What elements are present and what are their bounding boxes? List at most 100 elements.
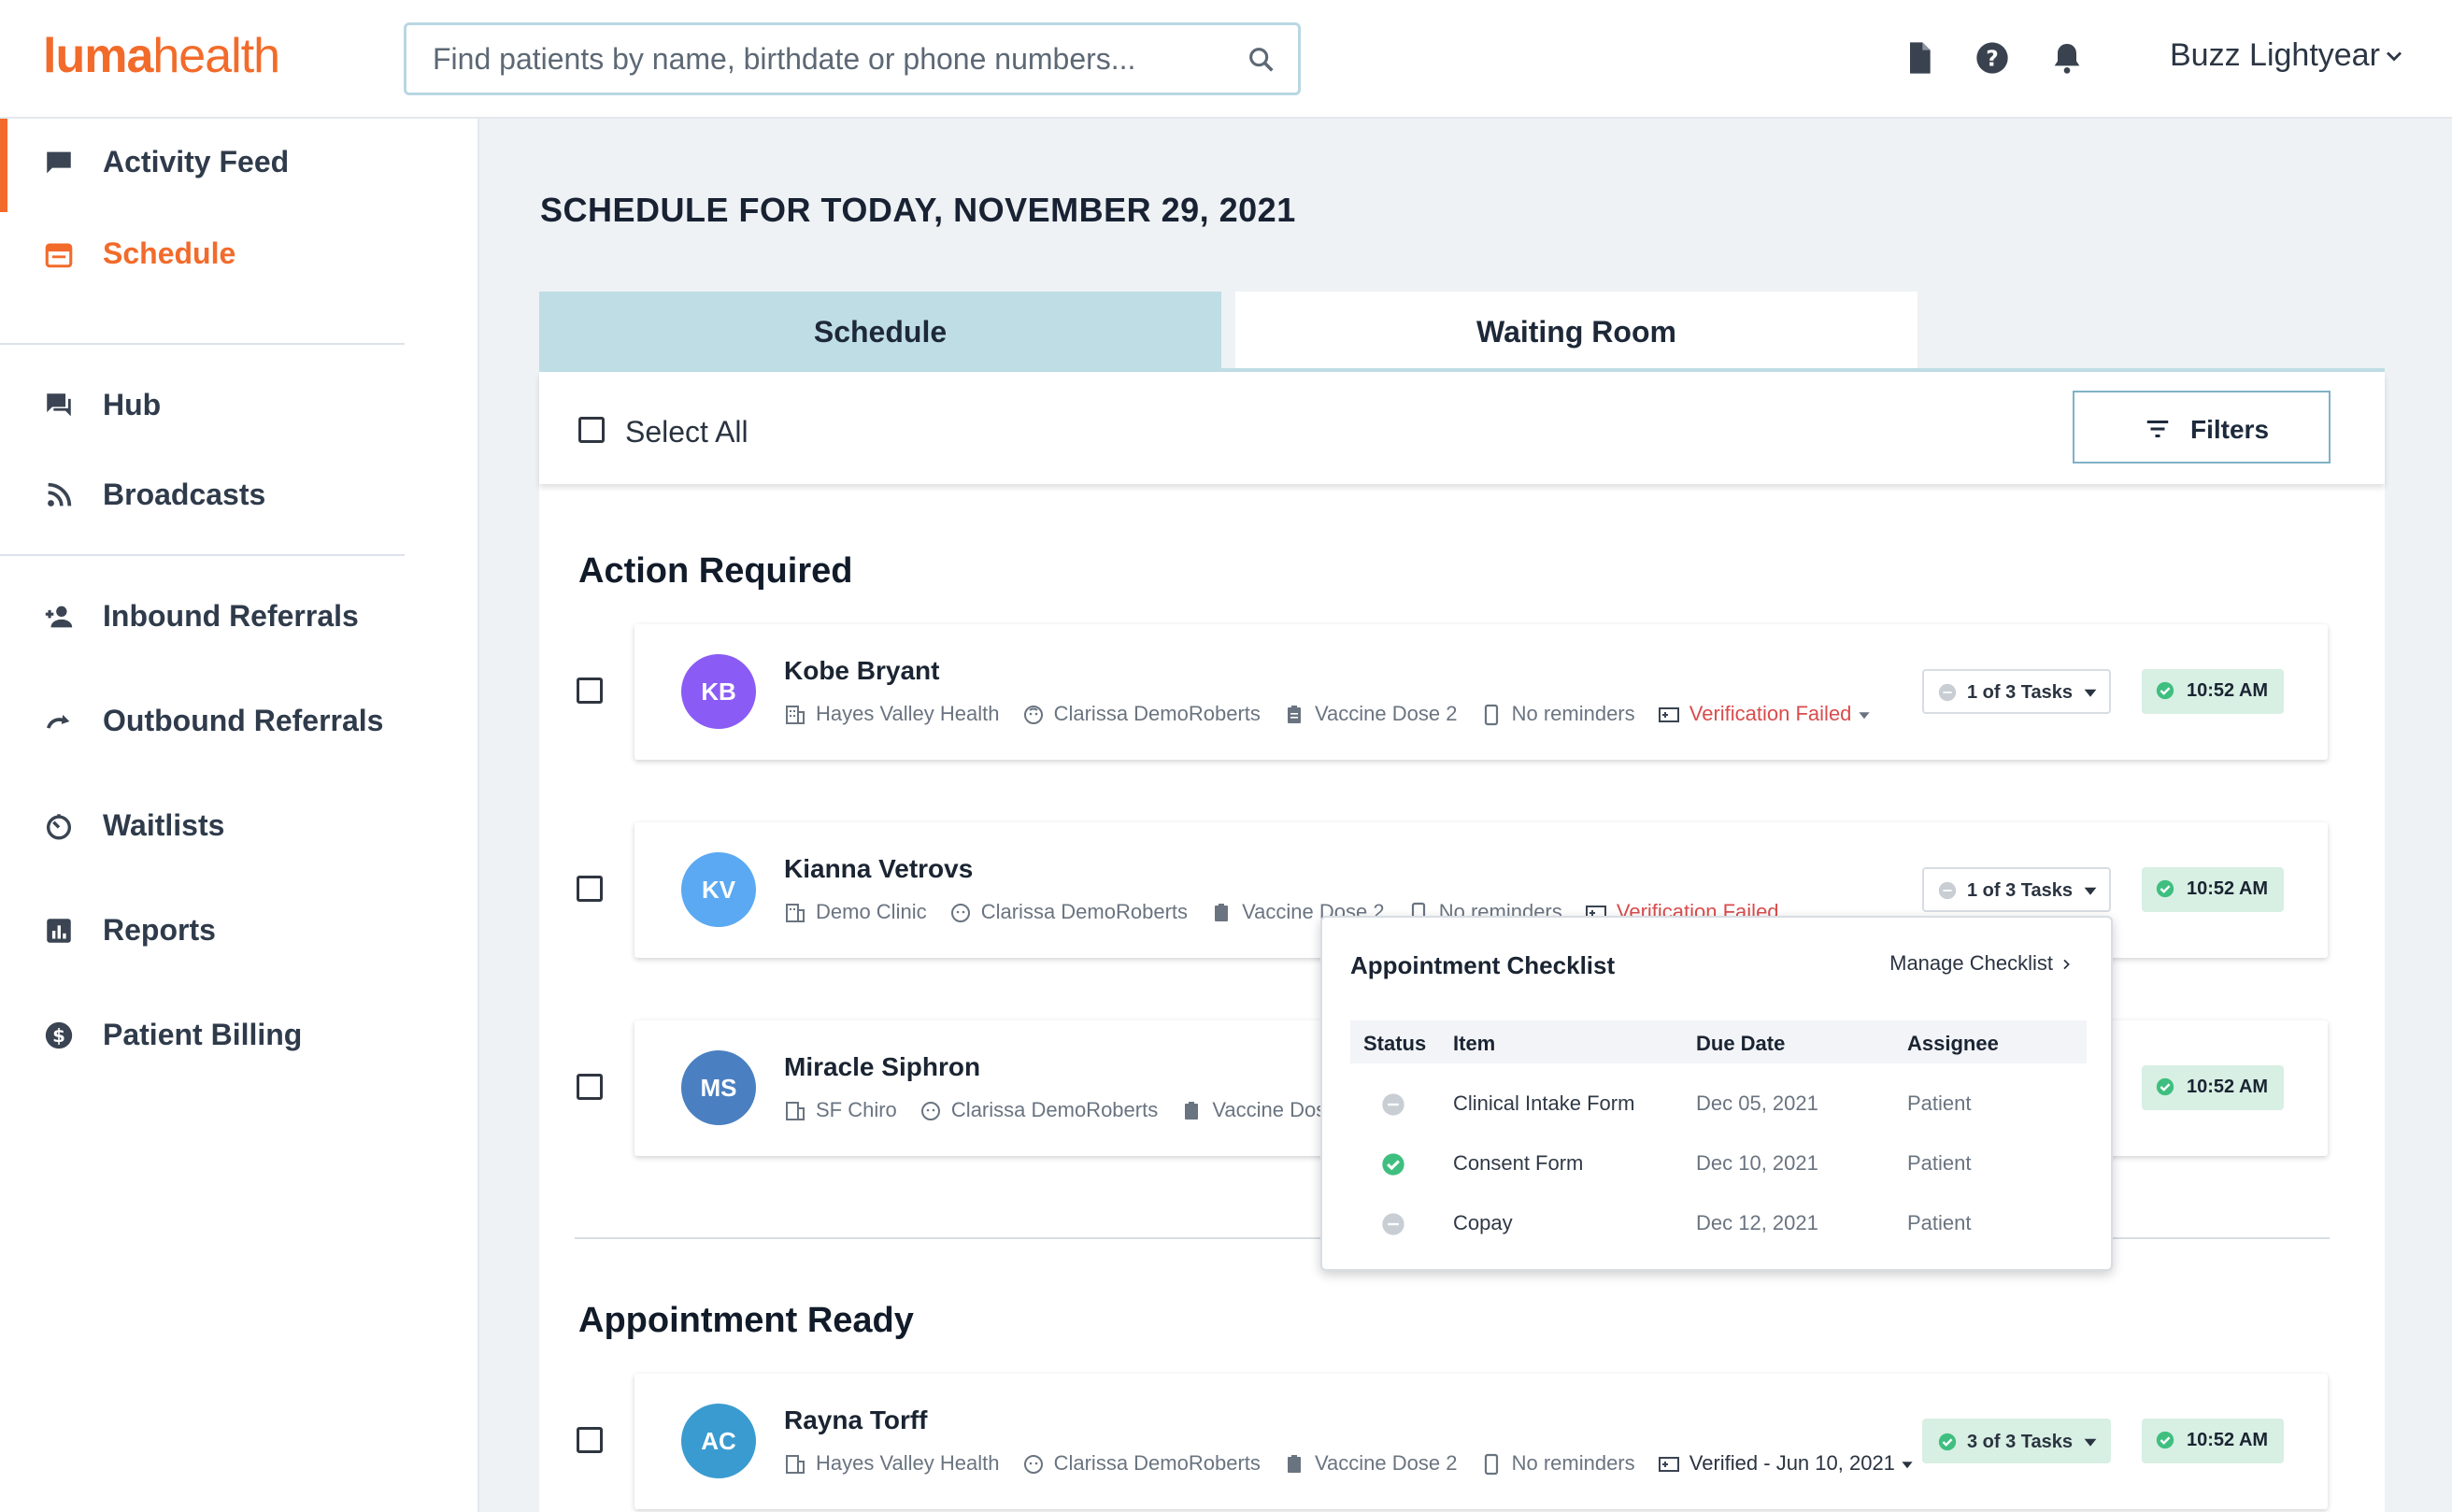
avatar: KB (681, 654, 756, 729)
caret-down-icon (1902, 1462, 1913, 1469)
checklist-title: Appointment Checklist (1350, 951, 1616, 979)
pending-status-icon (1938, 683, 1957, 702)
checklist-assignee: Patient (1907, 1151, 1972, 1175)
appointment-time-badge: 10:52 AM (2142, 867, 2284, 912)
sidebar-item-hub[interactable]: Hub (0, 364, 479, 448)
row-checkbox[interactable] (577, 1074, 603, 1100)
clipboard-icon (1185, 1102, 1199, 1120)
sidebar-item-label: Schedule (103, 236, 236, 270)
search-input[interactable] (433, 35, 1236, 83)
checklist-row[interactable]: Copay Dec 12, 2021 Patient (1350, 1196, 2087, 1252)
sidebar-item-schedule[interactable]: Schedule (0, 119, 479, 296)
sidebar-item-waitlists[interactable]: Waitlists (0, 784, 479, 868)
filters-button[interactable]: Filters (2073, 391, 2331, 464)
appointment-time: 10:52 AM (2187, 680, 2269, 701)
appointment-type: Vaccine Dose 2 (1315, 702, 1458, 726)
reminders-status: No reminders (1511, 1451, 1635, 1476)
user-menu[interactable]: Buzz Lightyear (2170, 37, 2402, 74)
main-content: SCHEDULE FOR TODAY, NOVEMBER 29, 2021 Sc… (481, 121, 2452, 1512)
patient-name[interactable]: Kobe Bryant (784, 656, 939, 686)
check-circle-icon (1938, 1433, 1957, 1451)
provider-face-icon (1023, 1455, 1043, 1475)
luma-health-logo[interactable]: lumahealth (43, 28, 280, 84)
tab-schedule[interactable]: Schedule (539, 292, 1221, 372)
dollar-icon: $ (45, 1021, 73, 1049)
check-circle-icon (2156, 879, 2174, 898)
sidebar-item-outbound-referrals[interactable]: Outbound Referrals (0, 679, 479, 763)
column-header: Due Date (1696, 1032, 1786, 1055)
sidebar-item-inbound-referrals[interactable]: Inbound Referrals (0, 575, 479, 659)
facility: Demo Clinic (816, 900, 927, 924)
manage-checklist-link[interactable]: Manage Checklist (1889, 951, 2074, 976)
verification-dropdown[interactable]: Verified - Jun 10, 2021 (1658, 1451, 1914, 1476)
provider-face-icon (950, 904, 970, 923)
tasks-label: 3 of 3 Tasks (1967, 1432, 2074, 1452)
provider: Clarissa DemoRoberts (980, 900, 1189, 924)
sidebar-item-activity-feed[interactable]: Activity Feed (0, 121, 479, 205)
checklist-row[interactable]: Clinical Intake Form Dec 05, 2021 Patien… (1350, 1077, 2087, 1133)
appointment-time-badge: 10:52 AM (2142, 669, 2284, 714)
divider (0, 343, 405, 345)
sidebar-item-label: Inbound Referrals (103, 599, 359, 633)
checklist-due-date: Dec 05, 2021 (1696, 1091, 1818, 1115)
calendar-icon (45, 243, 73, 268)
phone-icon (1484, 1454, 1498, 1476)
sidebar-item-label: Patient Billing (103, 1018, 303, 1051)
appointment-checklist-popup: Appointment Checklist Manage Checklist S… (1320, 916, 2113, 1271)
sidebar-item-label: Hub (103, 388, 162, 421)
tasks-label: 1 of 3 Tasks (1967, 682, 2074, 703)
row-checkbox[interactable] (577, 1427, 603, 1453)
sidebar: Activity Feed Schedule Hub Broadcasts In… (0, 119, 479, 1512)
checklist-row[interactable]: Consent Form Dec 10, 2021 Patient (1350, 1136, 2087, 1192)
row-checkbox[interactable] (577, 876, 603, 902)
document-icon[interactable] (1901, 39, 1938, 77)
search-icon[interactable] (1246, 44, 1277, 76)
select-all-label: Select All (625, 415, 748, 449)
notification-bell-icon[interactable] (2048, 39, 2086, 77)
divider (0, 554, 405, 556)
facility: SF Chiro (816, 1098, 897, 1122)
bar-chart-icon (47, 919, 71, 943)
page-title: SCHEDULE FOR TODAY, NOVEMBER 29, 2021 (540, 191, 1296, 229)
appointment-card[interactable]: AC Rayna Torff Hayes Valley Health Clari… (634, 1374, 2328, 1509)
patient-search (404, 22, 1301, 95)
patient-name[interactable]: Kianna Vetrovs (784, 854, 973, 884)
list-toolbar: Select All Filters (539, 372, 2385, 484)
section-title-appointment-ready: Appointment Ready (578, 1301, 914, 1340)
top-header: lumahealth ? Buzz Lightyear (0, 0, 2452, 119)
rss-icon (48, 482, 72, 506)
avatar: KV (681, 852, 756, 927)
checklist-item: Copay (1453, 1211, 1513, 1234)
provider: Clarissa DemoRoberts (1053, 702, 1261, 726)
building-icon (786, 1455, 805, 1475)
phone-icon (1484, 705, 1498, 726)
verification-dropdown[interactable]: Verification Failed (1658, 702, 1871, 726)
patient-name[interactable]: Miracle Siphron (784, 1052, 980, 1082)
provider-face-icon (920, 1102, 940, 1121)
tasks-dropdown[interactable]: 1 of 3 Tasks (1922, 867, 2111, 912)
sidebar-item-patient-billing[interactable]: $ Patient Billing (0, 993, 479, 1077)
row-checkbox[interactable] (577, 678, 603, 704)
select-all-checkbox[interactable] (578, 417, 605, 443)
tasks-dropdown[interactable]: 1 of 3 Tasks (1922, 669, 2111, 714)
sidebar-item-broadcasts[interactable]: Broadcasts (0, 453, 479, 537)
provider: Clarissa DemoRoberts (950, 1098, 1159, 1122)
appointment-card[interactable]: KB Kobe Bryant Hayes Valley Health Clari… (634, 624, 2328, 760)
timer-icon (46, 814, 72, 840)
sidebar-item-reports[interactable]: Reports (0, 889, 479, 973)
checklist-due-date: Dec 10, 2021 (1696, 1151, 1818, 1175)
appointment-time-badge: 10:52 AM (2142, 1419, 2284, 1463)
sidebar-item-label: Activity Feed (103, 145, 290, 178)
sidebar-item-label: Reports (103, 913, 216, 947)
patient-name[interactable]: Rayna Torff (784, 1405, 928, 1435)
tab-waiting-room[interactable]: Waiting Room (1235, 292, 1917, 372)
chevron-right-icon (2063, 959, 2070, 970)
tasks-dropdown[interactable]: 3 of 3 Tasks (1922, 1419, 2111, 1463)
building-icon (786, 1102, 805, 1121)
verification-status: Verification Failed (1689, 702, 1852, 726)
chat-icon (47, 151, 71, 174)
caret-down-icon (2084, 689, 2097, 697)
insurance-card-icon (1658, 707, 1679, 723)
help-icon[interactable]: ? (1974, 39, 2011, 77)
appointment-meta: SF Chiro Clarissa DemoRoberts Vaccine Do… (784, 1097, 1372, 1125)
